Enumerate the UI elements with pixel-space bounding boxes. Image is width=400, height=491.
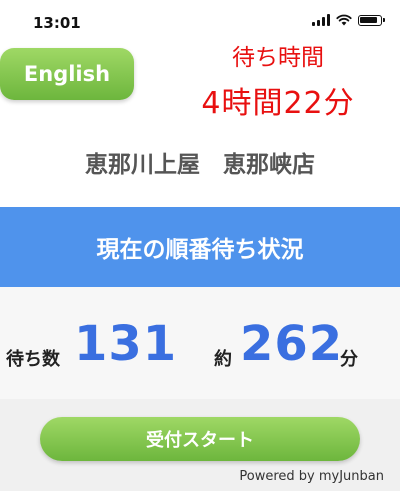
battery-icon bbox=[358, 14, 385, 26]
minutes-unit-label: 分 bbox=[340, 349, 358, 370]
wait-time-title: 待ち時間 bbox=[232, 45, 324, 71]
waiting-count-label: 待ち数 bbox=[6, 349, 60, 370]
queue-status-banner: 現在の順番待ち状況 bbox=[0, 207, 400, 287]
wait-time-value: 4時間22分 bbox=[201, 86, 355, 121]
start-reception-button[interactable]: 受付スタート bbox=[40, 417, 360, 461]
status-time: 13:01 bbox=[33, 14, 81, 32]
wifi-icon bbox=[336, 14, 352, 26]
powered-by-text: Powered by myJunban bbox=[239, 469, 384, 484]
signal-icon bbox=[312, 14, 330, 26]
bottom-section: 受付スタート Powered by myJunban bbox=[0, 399, 400, 491]
store-name: 恵那川上屋 恵那峡店 bbox=[85, 152, 315, 178]
english-language-button[interactable]: English bbox=[0, 48, 134, 100]
approx-minutes-value: 262 bbox=[240, 316, 344, 372]
approx-label: 約 bbox=[214, 349, 232, 370]
queue-counts-panel: 待ち数 131 約 262 分 bbox=[0, 287, 400, 399]
queue-status-title: 現在の順番待ち状況 bbox=[96, 237, 304, 263]
waiting-count-value: 131 bbox=[74, 316, 178, 372]
status-icons bbox=[312, 14, 385, 26]
